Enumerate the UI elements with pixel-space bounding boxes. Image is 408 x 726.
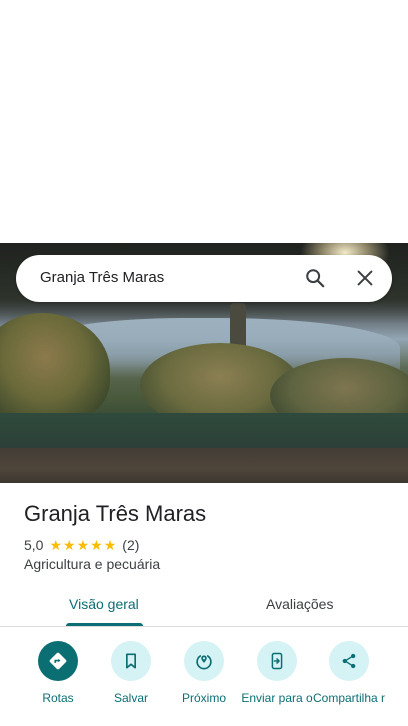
star-icon: ★ [63,537,76,553]
tab-reviews[interactable]: Avaliações [266,596,333,612]
star-icon: ★ [103,537,117,553]
action-label: Próximo [181,691,226,705]
directions-icon [49,652,67,670]
search-bar[interactable]: Granja Três Maras [16,255,392,302]
star-icon: ★ [49,537,63,553]
review-count: (2) [122,537,140,553]
close-icon[interactable] [354,267,376,289]
star-rating: ★ ★ ★ ★ ★ [49,538,116,552]
bookmark-icon [126,653,136,669]
map-area[interactable] [0,0,408,243]
action-label: Rotas [42,691,74,705]
place-category: Agricultura e pecuária [24,556,161,572]
rating-row[interactable]: 5,0 ★ ★ ★ ★ ★ (2) [24,536,139,554]
divider [0,626,408,627]
rating-value: 5,0 [24,537,44,553]
action-label: Enviar para o [241,691,313,705]
share-icon [342,653,356,669]
tab-overview[interactable]: Visão geral [69,596,139,612]
action-label: Salvar [113,691,148,705]
send-to-phone-icon [271,652,283,670]
search-icon[interactable] [304,267,326,289]
nearby-icon [196,655,212,670]
place-title: Granja Três Maras [24,501,207,526]
search-input[interactable]: Granja Três Maras [40,269,164,286]
action-label: Compartilha r [312,691,386,705]
star-icon: ★ [90,537,103,553]
place-page: Granja Três Maras Granja Três Maras 5,0 … [0,0,408,726]
star-icon: ★ [76,537,90,553]
